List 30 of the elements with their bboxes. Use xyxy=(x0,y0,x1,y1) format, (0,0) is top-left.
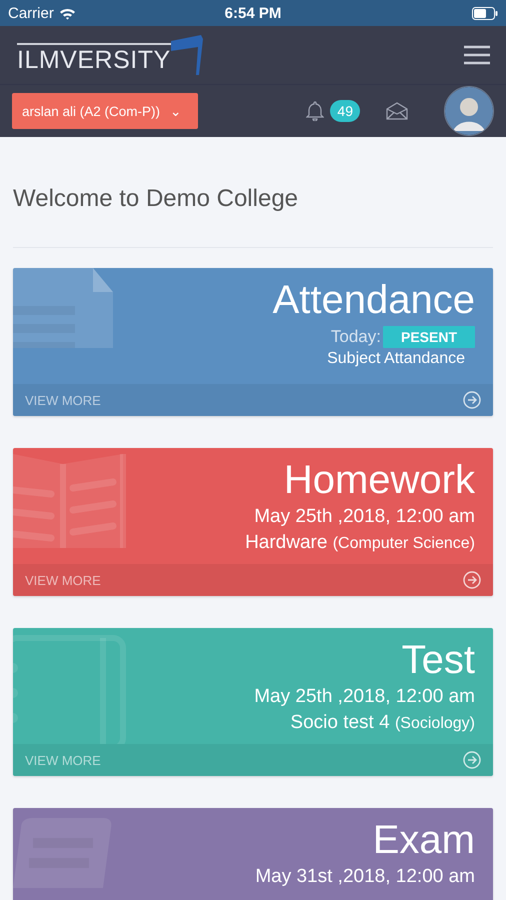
carrier-label: Carrier xyxy=(8,4,54,22)
bell-icon[interactable] xyxy=(306,101,324,121)
battery-icon xyxy=(472,6,498,20)
subject-text: Hardware (Computer Science) xyxy=(245,531,475,555)
card-title: Exam xyxy=(372,817,475,864)
card-subtitle: Subject Attandance xyxy=(327,350,465,368)
avatar[interactable] xyxy=(444,86,494,136)
arrow-circle-icon[interactable] xyxy=(463,751,481,769)
view-more-link[interactable]: VIEW MORE xyxy=(25,572,101,588)
arrow-circle-icon[interactable] xyxy=(463,391,481,409)
card-title: Attendance xyxy=(272,277,475,324)
user-selector[interactable]: arslan ali (A2 (Com-P)) ⌄ xyxy=(12,93,198,129)
view-more-link[interactable]: VIEW MORE xyxy=(25,752,101,768)
card-title: Test xyxy=(402,637,475,684)
view-more-link[interactable]: VIEW MORE xyxy=(25,392,101,408)
card-title: Homework xyxy=(284,457,475,504)
due-date: May 25th ,2018, 12:00 am xyxy=(254,505,475,529)
due-date: May 31st ,2018, 12:00 am xyxy=(255,865,475,889)
clock-time: 6:54 PM xyxy=(224,4,282,22)
due-date: May 25th ,2018, 12:00 am xyxy=(254,685,475,709)
wifi-icon xyxy=(58,6,76,20)
envelope-icon[interactable] xyxy=(386,102,408,120)
status-label: Today: xyxy=(330,327,381,347)
status-badge: PESENT xyxy=(382,326,475,348)
logo: ILMVERSITY xyxy=(17,33,205,77)
arrow-circle-icon[interactable] xyxy=(463,571,481,589)
subject-text: Socio test 4 (Sociology) xyxy=(290,711,475,735)
menu-icon[interactable] xyxy=(464,45,490,65)
notification-badge: 49 xyxy=(330,100,360,122)
welcome-heading: Welcome to Demo College xyxy=(13,185,300,213)
